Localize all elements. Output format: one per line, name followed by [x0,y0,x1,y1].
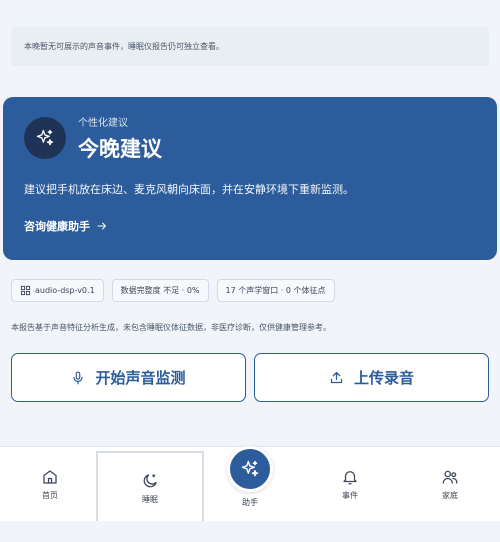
report-disclaimer: 本报告基于声音特征分析生成，未包含睡眠仪体征数据，非医疗诊断，仅供健康管理参考。 [11,323,331,332]
chip-windows-label: 17 个声学窗口 · 0 个体征点 [225,286,326,295]
chip-completeness-label: 数据完整度 不足 · 0% [120,286,200,295]
upload-recording-button[interactable]: 上传录音 [254,353,489,402]
nav-home[interactable]: 首页 [0,447,100,522]
advice-title: 今晚建议 [78,137,162,161]
consult-assistant-label: 咨询健康助手 [24,220,90,233]
sparkles-icon [240,459,260,479]
nav-events[interactable]: 事件 [300,447,400,522]
nav-assistant-button[interactable] [227,446,273,492]
moon-icon [141,472,159,490]
users-icon [441,468,459,486]
consult-assistant-link[interactable]: 咨询健康助手 [24,218,108,234]
chip-model-label: audio-dsp-v0.1 [35,286,95,295]
empty-events-notice: 本晚暂无可展示的声音事件，睡眠仪报告仍可独立查看。 [11,27,489,66]
start-monitoring-label: 开始声音监测 [95,369,186,387]
nav-assistant-label: 助手 [242,498,258,507]
chip-data-completeness: 数据完整度 不足 · 0% [111,279,209,302]
nav-sleep[interactable]: 睡眠 [96,451,204,525]
upload-icon [329,370,344,385]
bottom-safe-area [0,521,500,542]
microphone-icon [71,370,85,386]
advice-card: 个性化建议 今晚建议 建议把手机放在床边、麦克风朝向床面，并在安静环境下重新监测… [3,97,497,260]
report-meta-chips: audio-dsp-v0.1 数据完整度 不足 · 0% 17 个声学窗口 · … [11,279,335,302]
advice-kicker: 个性化建议 [78,118,128,129]
advice-description: 建议把手机放在床边、麦克风朝向床面，并在安静环境下重新监测。 [24,183,354,196]
nav-family[interactable]: 家庭 [400,447,500,522]
upload-recording-label: 上传录音 [353,369,414,387]
start-monitoring-button[interactable]: 开始声音监测 [11,353,246,402]
home-icon [41,468,59,486]
notice-text: 本晚暂无可展示的声音事件，睡眠仪报告仍可独立查看。 [24,42,224,51]
chip-acoustic-windows: 17 个声学窗口 · 0 个体征点 [216,279,335,302]
arrow-right-icon [96,220,108,232]
bell-icon [341,468,359,486]
sparkles-icon [24,117,66,159]
chip-model-version: audio-dsp-v0.1 [11,279,104,302]
chip-icon [20,285,31,296]
